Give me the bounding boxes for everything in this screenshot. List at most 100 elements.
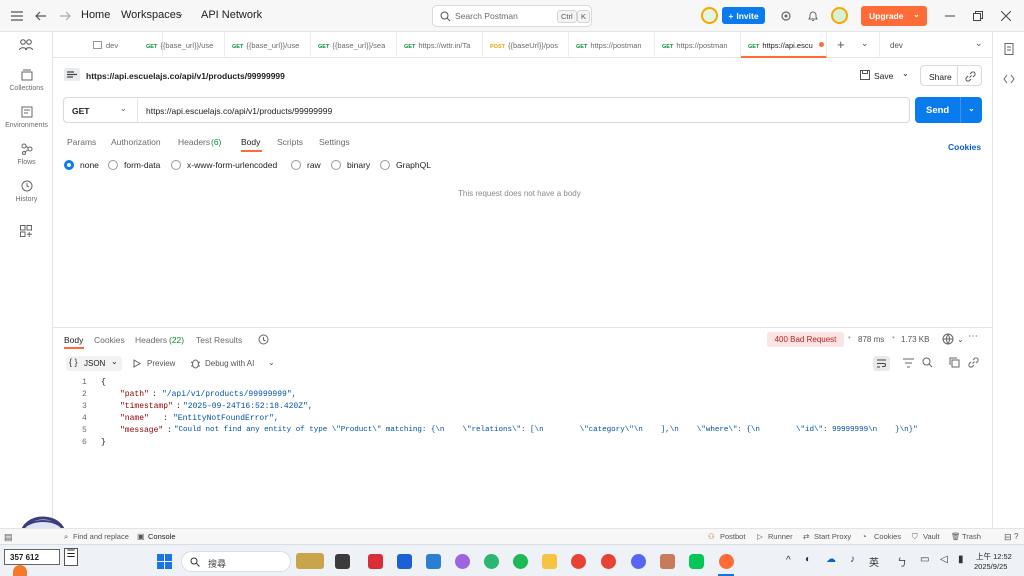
battery-icon[interactable]: ▮ bbox=[958, 554, 964, 565]
taskbar-app-icon[interactable] bbox=[368, 554, 383, 569]
sidebar-item-environments[interactable]: Environments bbox=[0, 105, 53, 129]
back-arrow-icon[interactable] bbox=[32, 7, 50, 25]
taskbar-app-icon[interactable] bbox=[426, 554, 441, 569]
tray-chevron-up-icon[interactable]: ^ bbox=[786, 555, 791, 566]
radio-form-data[interactable]: form-data bbox=[108, 160, 160, 170]
chevron-down-icon[interactable]: ⌄ bbox=[861, 38, 869, 49]
clock-date[interactable]: 2025/9/25 bbox=[974, 562, 1007, 571]
find-replace-label[interactable]: Find and replace bbox=[73, 532, 129, 541]
cookies-label[interactable]: Cookies bbox=[874, 532, 901, 541]
taskbar-app-icon[interactable] bbox=[660, 554, 675, 569]
method-select[interactable]: GET ⌄ bbox=[64, 98, 138, 122]
cookies-link[interactable]: Cookies bbox=[948, 142, 981, 152]
windows-start-icon[interactable] bbox=[157, 554, 172, 569]
settings-gear-icon[interactable] bbox=[777, 7, 795, 25]
app-icon[interactable] bbox=[13, 565, 27, 576]
response-tab-headers[interactable]: Headers bbox=[135, 335, 167, 345]
onedrive-icon[interactable]: ☁ bbox=[826, 554, 836, 565]
restore-icon[interactable] bbox=[969, 7, 987, 25]
link-icon[interactable] bbox=[968, 357, 979, 368]
tab-settings[interactable]: Settings bbox=[319, 137, 350, 147]
console-icon[interactable]: ▣ bbox=[137, 532, 145, 541]
tab-scripts[interactable]: Scripts bbox=[277, 137, 303, 147]
radio-none[interactable]: none bbox=[64, 160, 99, 170]
find-replace-icon[interactable]: ⌕ bbox=[64, 532, 68, 542]
taskbar-search[interactable]: 搜尋 bbox=[181, 551, 291, 572]
tray-app-icon[interactable]: ◐ bbox=[805, 554, 811, 565]
nav-api-network[interactable]: API Network bbox=[201, 9, 262, 21]
tab-request-active[interactable]: GET https://api.escu bbox=[741, 32, 827, 58]
tab-request[interactable]: GET https://postman bbox=[569, 32, 655, 58]
radio-graphql[interactable]: GraphQL bbox=[380, 160, 431, 170]
tab-request[interactable]: GET https://wttr.in/Ta bbox=[397, 32, 483, 58]
chevron-down-icon[interactable]: ⌄ bbox=[960, 97, 982, 123]
wrap-lines-icon[interactable] bbox=[873, 356, 890, 371]
trash-label[interactable]: Trash bbox=[962, 532, 981, 541]
postbot-label[interactable]: Postbot bbox=[720, 532, 745, 541]
discord-icon[interactable] bbox=[631, 554, 646, 569]
postbot-icon[interactable]: ⚇ bbox=[708, 532, 715, 541]
file-explorer-icon[interactable] bbox=[542, 554, 557, 569]
postman-app-icon[interactable] bbox=[719, 554, 734, 569]
tab-request[interactable]: GET https://postman bbox=[655, 32, 741, 58]
bell-icon[interactable] bbox=[804, 7, 822, 25]
tab-request[interactable]: GET {{base_url}}/sea bbox=[311, 32, 397, 58]
taskbar-app-icon[interactable] bbox=[455, 554, 470, 569]
team-icon[interactable] bbox=[19, 39, 33, 51]
menu-widget-icon[interactable]: ☰ bbox=[64, 548, 78, 566]
vault-label[interactable]: Vault bbox=[923, 532, 940, 541]
tab-request[interactable]: POST {{baseUrl}}/pos bbox=[483, 32, 569, 58]
chevron-down-icon[interactable]: ⌄ bbox=[957, 335, 964, 344]
volume-icon[interactable]: ◁ bbox=[940, 554, 948, 565]
radio-x-www-form-urlencoded[interactable]: x-www-form-urlencoded bbox=[171, 160, 277, 170]
new-tab-plus-icon[interactable]: + bbox=[837, 37, 845, 52]
help-icon[interactable]: ? bbox=[1014, 532, 1018, 541]
edge-browser-icon[interactable] bbox=[484, 554, 499, 569]
search-box[interactable]: Search Postman Ctrl K bbox=[432, 5, 592, 27]
nav-home[interactable]: Home bbox=[81, 9, 110, 21]
link-icon[interactable] bbox=[965, 71, 976, 82]
sidebar-item-history[interactable]: History bbox=[0, 179, 53, 203]
tab-request[interactable]: GET {{base_url}}/use bbox=[225, 32, 311, 58]
spotify-icon[interactable] bbox=[513, 554, 528, 569]
vault-icon[interactable]: ⛉ bbox=[912, 532, 918, 542]
filter-icon[interactable] bbox=[903, 358, 914, 368]
console-label[interactable]: Console bbox=[148, 532, 176, 541]
search-icon[interactable] bbox=[922, 357, 933, 368]
send-button[interactable]: Send ⌄ bbox=[915, 97, 982, 123]
tab-headers[interactable]: Headers bbox=[178, 137, 210, 147]
history-icon[interactable] bbox=[258, 334, 269, 345]
chrome-profile-icon[interactable] bbox=[601, 554, 616, 569]
layout-icon[interactable]: ⊟ bbox=[1004, 532, 1012, 543]
environment-selector[interactable]: dev ⌄ bbox=[879, 32, 992, 58]
clock-time[interactable]: 上午 12:52 bbox=[976, 551, 1012, 562]
ime-mode-icon[interactable]: ㄅ bbox=[897, 554, 907, 569]
team-avatar-icon[interactable] bbox=[701, 7, 718, 24]
proxy-icon[interactable]: ⇄ bbox=[803, 532, 809, 541]
taskbar-app-icon[interactable] bbox=[397, 554, 412, 569]
documentation-icon[interactable] bbox=[1003, 43, 1015, 55]
tab-body[interactable]: Body bbox=[241, 137, 260, 147]
tab-request[interactable]: GET {{base_url}}/use bbox=[139, 32, 225, 58]
response-tab-test-results[interactable]: Test Results bbox=[196, 335, 242, 345]
save-button[interactable]: Save ⌄ bbox=[856, 65, 914, 85]
runner-icon[interactable]: ▷ bbox=[757, 532, 763, 541]
tab-params[interactable]: Params bbox=[67, 137, 96, 147]
taskbar-app-icon[interactable] bbox=[335, 554, 350, 569]
code-icon[interactable] bbox=[1003, 74, 1015, 84]
configure-workbench-icon[interactable] bbox=[20, 225, 32, 237]
response-tab-cookies[interactable]: Cookies bbox=[94, 335, 125, 345]
sidebar-item-flows[interactable]: Flows bbox=[0, 142, 53, 166]
upgrade-button[interactable]: Upgrade ⌄ bbox=[861, 6, 927, 26]
menu-icon[interactable] bbox=[8, 7, 26, 25]
nav-workspaces[interactable]: Workspaces bbox=[121, 9, 181, 21]
ime-label[interactable]: 英 bbox=[869, 554, 879, 569]
widget-thumbnail[interactable] bbox=[296, 553, 324, 569]
chrome-icon[interactable] bbox=[571, 554, 586, 569]
forward-arrow-icon[interactable] bbox=[56, 7, 74, 25]
close-icon[interactable] bbox=[997, 7, 1015, 25]
tab-authorization[interactable]: Authorization bbox=[111, 137, 161, 147]
share-button[interactable]: Share bbox=[920, 65, 982, 86]
format-select[interactable]: { } JSON ⌄ bbox=[66, 356, 122, 371]
more-options-icon[interactable]: ⋯ bbox=[968, 331, 978, 342]
